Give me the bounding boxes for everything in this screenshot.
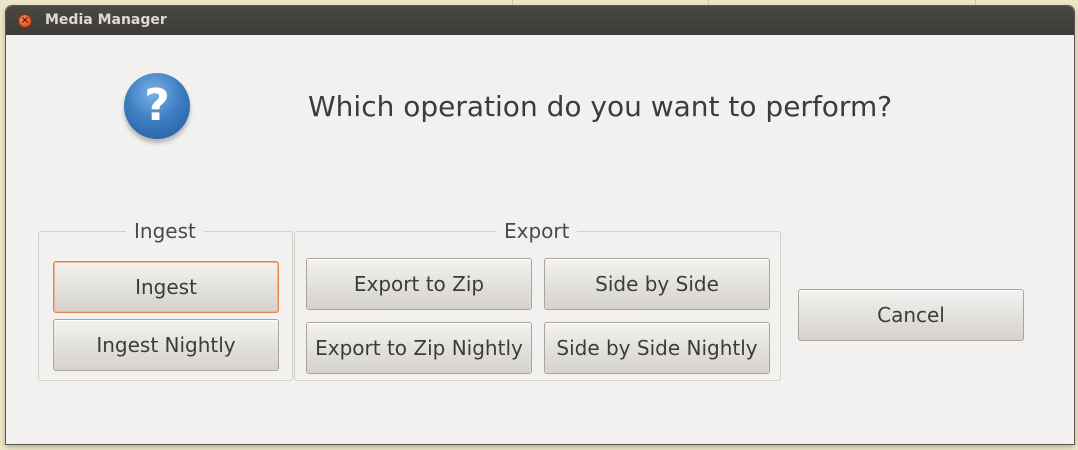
close-icon[interactable]: ×: [18, 14, 32, 28]
dialog-window: × Media Manager ? Which operation do you…: [6, 6, 1074, 444]
side-by-side-button[interactable]: Side by Side: [544, 258, 770, 310]
cancel-button[interactable]: Cancel: [798, 289, 1024, 341]
ingest-group-label: Ingest: [126, 219, 204, 243]
window-title: Media Manager: [45, 12, 167, 28]
ingest-button[interactable]: Ingest: [53, 261, 279, 313]
side-by-side-nightly-button[interactable]: Side by Side Nightly: [544, 322, 770, 374]
export-to-zip-button[interactable]: Export to Zip: [306, 258, 532, 310]
dialog-question: Which operation do you want to perform?: [308, 90, 893, 123]
titlebar: × Media Manager: [6, 6, 1074, 35]
question-icon: ?: [124, 73, 190, 139]
ingest-nightly-button[interactable]: Ingest Nightly: [53, 319, 279, 371]
export-group-label: Export: [496, 219, 578, 243]
export-to-zip-nightly-button[interactable]: Export to Zip Nightly: [306, 322, 532, 374]
